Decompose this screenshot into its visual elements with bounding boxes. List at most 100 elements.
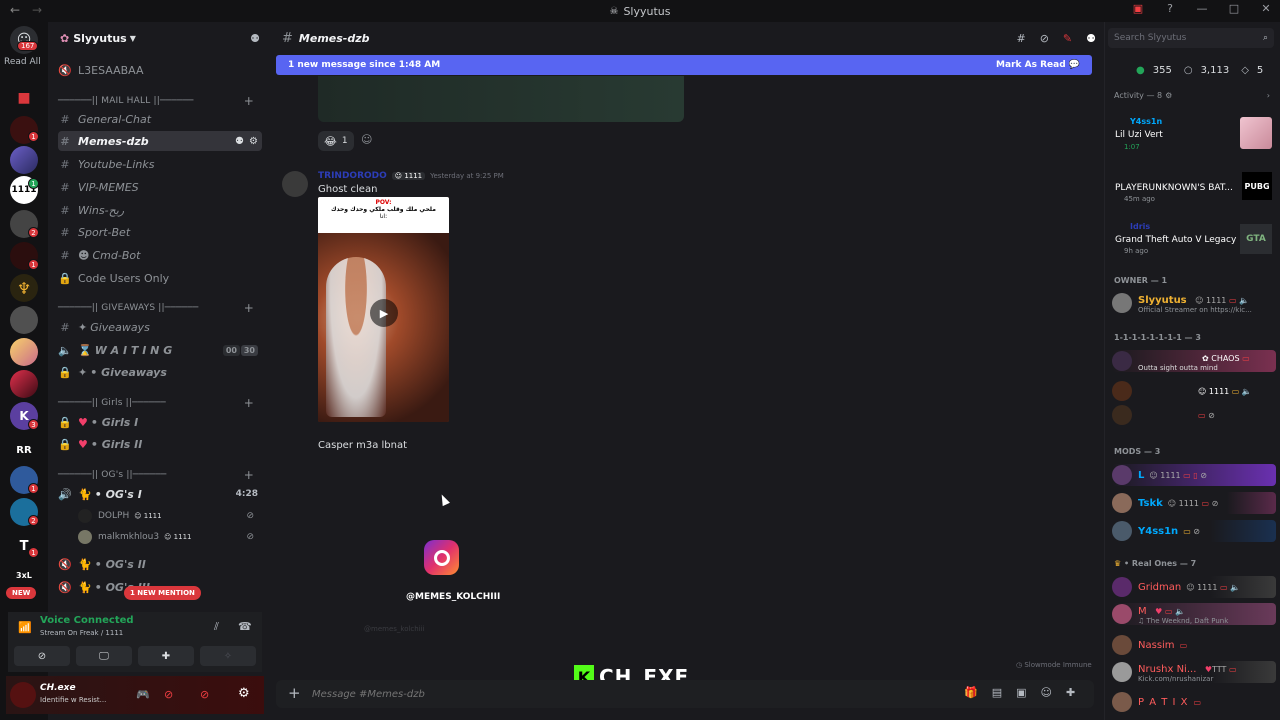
apps-icon[interactable]: ✚ [1066,686,1075,699]
member-row[interactable]: ✿ CHAOS ▭ Outta sight outta mind [1112,350,1276,372]
video-attachment[interactable]: POV: ملحي ملك وقلب ملكي وحدك وحدك انا: ▶ [318,197,449,422]
activity-card[interactable]: PLAYERUNKNOWN'S BAT... 45m ago PUBG [1112,168,1274,204]
read-all-button[interactable]: Read All [4,57,41,67]
pin-icon[interactable]: ✎ [1063,32,1072,45]
reaction-pill[interactable]: 😂 1 [318,131,354,151]
channel-sport-bet[interactable]: # Sport-Bet [58,222,262,242]
channel-ogs-2[interactable]: 🔇 🐈 • OG's II [58,554,262,574]
channel-girls-1[interactable]: 🔒 ♥ • Girls I [58,412,262,432]
user-avatar[interactable] [10,682,36,708]
camera-button[interactable]: ⊘ [14,646,70,666]
mic-muted-icon[interactable]: ⊘ [164,688,173,701]
maximize-icon[interactable]: □ [1226,2,1242,15]
channel-vip-memes[interactable]: # VIP-MEMES [58,177,262,197]
add-channel-icon[interactable]: + [244,396,254,410]
close-icon[interactable]: ✕ [1258,2,1274,15]
server-icon[interactable] [10,146,38,174]
server-header[interactable]: ✿ Slyyutus ▼ ⚉ [48,26,264,50]
category-mail-hall[interactable]: ──────|| MAIL HALL ||────── + [58,94,258,108]
previous-attachment[interactable] [318,76,684,122]
channel-giveaways-locked[interactable]: 🔒 ✦ • Giveaways [58,362,262,382]
minimize-icon[interactable]: — [1194,2,1210,15]
gif-icon[interactable]: ▤ [992,686,1002,699]
add-channel-icon[interactable]: + [244,94,254,108]
member-row[interactable]: ☺ 1111 ▭ 🔈 [1112,380,1276,402]
activity-card[interactable]: Idris Grand Theft Auto V Legacy 9h ago G… [1112,220,1274,260]
channel-giveaways[interactable]: # ✦ Giveaways [58,317,262,337]
activity-card[interactable]: Y4ss1n Lil Uzi Vert 1:07 [1112,114,1274,154]
new-mention-pill[interactable]: 1 NEW MENTION [124,586,201,600]
member-mod[interactable]: Y4ss1n ▭ ⊘ [1112,520,1276,542]
avatar [1112,692,1132,712]
channel-wins[interactable]: # Wins-ربح [58,200,262,220]
channel-code-users-only[interactable]: 🔒 Code Users Only [58,268,262,288]
channel-girls-2[interactable]: 🔒 ♥ • Girls II [58,434,262,454]
gift-icon[interactable]: 🎁 [964,686,978,699]
voice-user[interactable]: malkmkhlou3 ☺ 1111 ⊘ [78,528,258,546]
help-icon[interactable]: ? [1162,2,1178,15]
attach-plus-icon[interactable]: + [288,684,301,702]
channel-general-chat[interactable]: # General-Chat [58,109,262,129]
server-icon[interactable] [10,370,38,398]
headphones-deafened-icon[interactable]: ⊘ [200,688,209,701]
voice-channel[interactable]: Stream On Freak / 1111 [40,629,123,637]
screen-share-button[interactable]: 🖵 [76,646,132,666]
channel-waiting[interactable]: 🔈 ⌛ W A I T I N G 00 30 [58,340,262,360]
voice-user[interactable]: DOLPH ☺ 1111 ⊘ [78,507,258,525]
channel-l3esaabaa[interactable]: 🔇 L3ESAABAA [58,60,262,80]
noise-suppression-icon[interactable]: ⫽ [214,620,219,634]
member-real[interactable]: M ♥ ▭ 🔈 ♫ The Weeknd, Daft Punk [1112,603,1276,625]
inbox-icon[interactable]: ▣ [1130,2,1146,15]
channel-memes-dzb[interactable]: # Memes-dzb ⚉ ⚙ [58,131,262,151]
server-icon[interactable]: RR [10,436,38,464]
gear-icon[interactable]: ⚙ [238,686,250,701]
notification-muted-icon[interactable]: ⊘ [1040,32,1049,45]
channel-youtube-links[interactable]: # Youtube-Links [58,154,262,174]
soundboard-button[interactable]: ✧ [200,646,256,666]
activities-button[interactable]: ✚ [138,646,194,666]
member-row[interactable]: ▭ ⊘ [1112,404,1276,426]
sticker-icon[interactable]: ▣ [1016,686,1026,699]
member-real[interactable]: P A T I X ▭ [1112,691,1276,713]
member-real[interactable]: Nassim ▭ [1112,634,1276,656]
member-owner[interactable]: Slyyutus ☺ 1111 ▭ 🔈 Official Streamer on… [1112,292,1276,314]
forward-arrow-icon[interactable]: → [32,3,42,17]
search-box[interactable]: Search Slyyutus ⌕ [1108,28,1274,48]
gear-icon[interactable]: ⚙ [249,136,258,147]
channel-ogs-1[interactable]: 🔊 🐈 • OG's I 4:28 [58,484,262,504]
server-icon[interactable]: ♆ [10,274,38,302]
add-reaction-icon[interactable]: ☺ [361,133,372,146]
invite-icon[interactable]: ⚉ [235,136,244,147]
message-avatar[interactable] [282,171,308,197]
back-arrow-icon[interactable]: ← [10,3,20,17]
message-input[interactable] [312,684,952,704]
disconnect-icon[interactable]: ☎ [238,620,252,633]
member-list-icon[interactable]: ⚉ [1086,32,1096,45]
emoji-icon[interactable]: ☺ [1041,686,1052,699]
new-message-banner[interactable]: 1 new message since 1:48 AM Mark As Read… [276,55,1092,75]
channel-cmd-bot[interactable]: # ☻ Cmd-Bot [58,245,262,265]
text-server[interactable]: 3xL [16,571,32,580]
user-name[interactable]: CH.exe [40,683,76,693]
gamepad-icon[interactable]: 🎮 [136,688,150,701]
member-real[interactable]: Gridman ☺ 1111 ▭ 🔈 [1112,576,1276,598]
add-channel-icon[interactable]: + [244,301,254,315]
add-member-icon[interactable]: ⚉ [250,32,260,45]
play-icon[interactable]: ▶ [370,299,398,327]
threads-icon[interactable]: # [1016,32,1025,45]
category-ogs[interactable]: ──────|| OG's ||────── + [58,468,258,482]
activity-header[interactable]: Activity — 8 ⚙ › [1114,91,1270,100]
member-mod[interactable]: L ☺ 1111 ▭ ▯ ⊘ [1112,464,1276,486]
author-name[interactable]: TRINDORODO [318,171,387,181]
category-girls[interactable]: ──────|| Girls ||────── + [58,396,258,410]
server-icon[interactable] [10,338,38,366]
new-servers-pill[interactable]: NEW [6,587,37,599]
voice-status[interactable]: Voice Connected [40,615,134,626]
add-channel-icon[interactable]: + [244,468,254,482]
mark-as-read-button[interactable]: Mark As Read 💬 [996,60,1080,70]
server-icon[interactable]: ■ [10,84,38,112]
member-mod[interactable]: Tskk ☺ 1111 ▭ ⊘ [1112,492,1276,514]
server-icon[interactable] [10,306,38,334]
member-real[interactable]: Nrushx Ni... ♥TTT ▭ Kick.com/nrushanizar [1112,661,1276,683]
category-giveaways[interactable]: ──────|| GIVEAWAYS ||────── + [58,301,258,315]
